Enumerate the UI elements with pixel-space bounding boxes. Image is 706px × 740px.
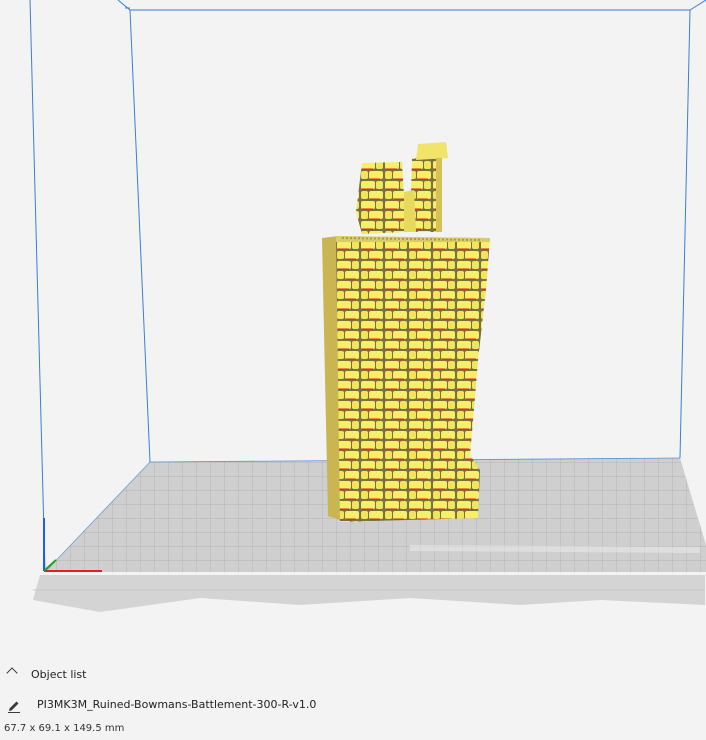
object-panel: Object list PI3MK3M_Ruined-Bowmans-Battl… xyxy=(0,650,706,740)
3d-viewport[interactable] xyxy=(0,0,706,650)
model-ruined-battlement xyxy=(322,142,490,522)
object-file-name: PI3MK3M_Ruined-Bowmans-Battlement-300-R-… xyxy=(37,698,317,711)
chevron-up-icon[interactable] xyxy=(6,667,18,679)
bed-base xyxy=(33,575,705,612)
viewport-canvas[interactable] xyxy=(0,0,706,650)
pencil-icon[interactable] xyxy=(6,698,22,714)
object-dimensions: 67.7 x 69.1 x 149.5 mm xyxy=(4,723,125,734)
object-list-label: Object list xyxy=(31,668,87,681)
